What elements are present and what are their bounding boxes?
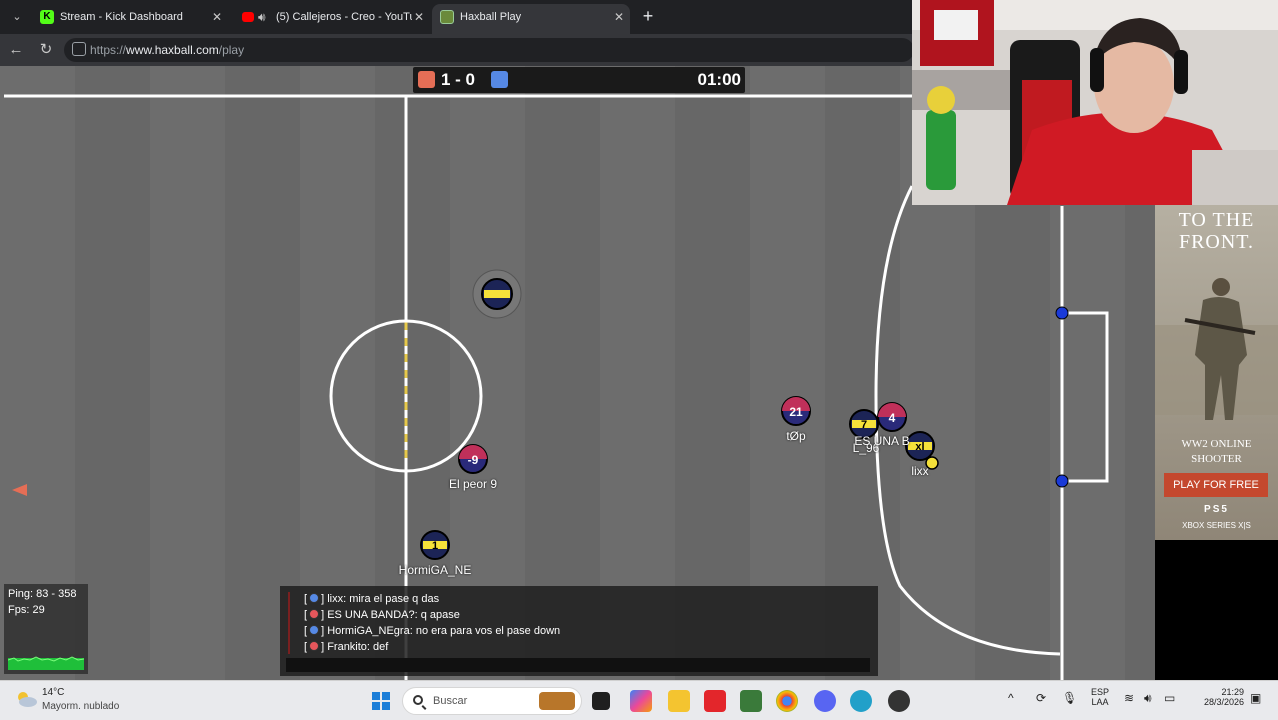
address-bar[interactable]: https://www.haxball.com/play — [64, 38, 914, 62]
blue-team-icon — [309, 593, 320, 603]
file-explorer-icon[interactable] — [668, 690, 690, 712]
app-icon[interactable] — [888, 690, 910, 712]
notifications-icon[interactable]: ▣ — [1250, 691, 1261, 705]
chat-panel: [] lixx: mira el pase q das [] ES UNA BA… — [280, 586, 878, 676]
chat-message: [] lixx: mira el pase q das — [304, 593, 440, 605]
webcam-feed — [912, 0, 1278, 205]
sync-icon[interactable]: ⟳ — [1036, 691, 1046, 705]
svg-text:-9: -9 — [468, 453, 479, 467]
taskbar-search[interactable]: Buscar — [402, 687, 582, 715]
ad-headline: TO THE FRONT. — [1178, 209, 1255, 253]
ps5-logo: PS5 — [1204, 504, 1229, 515]
svg-text:1: 1 — [432, 540, 438, 552]
microphone-icon[interactable]: 🎙︎ — [1062, 691, 1077, 705]
player-name-top: tØp — [786, 429, 806, 443]
close-icon[interactable]: ✕ — [614, 4, 624, 30]
battery-icon[interactable]: ▭ — [1164, 691, 1175, 705]
svg-text:7: 7 — [861, 419, 867, 431]
back-arrow-icon[interactable]: ← — [6, 40, 26, 60]
network-stats: Ping: 83 - 358 Fps: 29 — [4, 584, 88, 674]
tab-title: Stream - Kick Dashboard — [60, 11, 183, 23]
chat-message: [] Frankito: def — [304, 641, 389, 653]
scoreboard: 1 - 0 01:00 — [413, 67, 745, 93]
weather-description[interactable]: Mayorm. nublado — [42, 701, 119, 712]
haxball-favicon-icon — [440, 10, 454, 24]
chat-message: [] HormiGA_NEgra: no era para vos el pas… — [304, 625, 561, 637]
epic-app-icon[interactable] — [704, 690, 726, 712]
search-highlight-icon — [539, 692, 575, 710]
player-name-es-una-banda: ES UNA B — [854, 434, 910, 448]
task-view-icon[interactable] — [592, 692, 610, 710]
windows-start-icon[interactable] — [370, 690, 392, 712]
cloudy-weather-icon[interactable] — [14, 689, 38, 709]
fps-text: Fps: 29 — [8, 604, 45, 616]
chat-message: [] ES UNA BANDA?: q apase — [304, 609, 460, 621]
chat-scroll-indicator — [288, 592, 290, 654]
player-disc-lixx: xl — [905, 431, 935, 461]
blue-team-icon — [309, 625, 320, 635]
blue-team-icon — [491, 71, 508, 88]
red-team-icon — [418, 71, 435, 88]
search-placeholder: Buscar — [433, 695, 468, 707]
minecraft-icon[interactable] — [740, 690, 762, 712]
chat-input[interactable] — [286, 658, 870, 672]
tab-search-icon[interactable]: ⌄ — [6, 7, 28, 27]
site-info-icon[interactable] — [72, 42, 86, 56]
reload-icon[interactable]: ↻ — [36, 40, 56, 60]
score: 1 - 0 — [441, 70, 476, 89]
windows-taskbar: 14°C Mayorm. nublado Buscar ^ ⟳ 🎙︎ ESP LA… — [0, 680, 1278, 720]
player-disc-hormiga: 1 — [420, 530, 450, 560]
player-disc-el-peor-9: -9 — [458, 444, 488, 474]
volume-icon[interactable]: 🔊︎ — [1144, 691, 1152, 706]
language-indicator[interactable]: ESP LAA — [1088, 687, 1112, 707]
player-name-el-peor-9: El peor 9 — [448, 477, 498, 491]
svg-text:xl: xl — [915, 441, 924, 453]
speaker-icon[interactable]: 🔊︎ — [258, 4, 266, 30]
svg-text:21: 21 — [789, 405, 803, 419]
kick-favicon-icon: K — [40, 10, 54, 24]
goal-post-bottom — [1055, 474, 1069, 488]
player-disc-own — [472, 269, 522, 319]
chat-messages: [] lixx: mira el pase q das [] ES UNA BA… — [304, 591, 560, 655]
fps-graph — [8, 656, 84, 670]
chevron-up-icon[interactable]: ^ — [1008, 691, 1014, 705]
tab-haxball[interactable]: Haxball Play ✕ — [432, 4, 630, 34]
tab-title: (5) Callejeros - Creo - YouTube — [276, 11, 412, 23]
ad-subtitle: WW2 ONLINE SHOOTER — [1181, 438, 1252, 465]
edge-icon[interactable] — [850, 690, 872, 712]
wifi-icon[interactable]: ≋ — [1124, 691, 1134, 705]
tab-youtube[interactable]: 🔊︎ (5) Callejeros - Creo - YouTube ✕ — [234, 4, 430, 30]
copilot-icon[interactable] — [630, 690, 652, 712]
close-icon[interactable]: ✕ — [212, 4, 222, 30]
red-team-icon — [309, 641, 320, 651]
svg-text:4: 4 — [889, 411, 896, 425]
screen: ⌄ K Stream - Kick Dashboard ✕ 🔊︎ (5) Cal… — [0, 0, 1278, 720]
clock[interactable]: 21:29 28/3/2026 — [1196, 687, 1244, 707]
player-disc-top: 21 — [781, 396, 811, 426]
tab-title: Haxball Play — [460, 11, 522, 23]
new-tab-button[interactable]: + — [638, 6, 658, 26]
player-disc-es-una-banda: 4 — [877, 402, 907, 432]
ping-text: Ping: 83 - 358 — [8, 588, 77, 600]
close-icon[interactable]: ✕ — [414, 4, 424, 30]
play-for-free-button[interactable]: PLAY FOR FREE — [1164, 473, 1268, 497]
tab-kick-dashboard[interactable]: K Stream - Kick Dashboard ✕ — [32, 4, 228, 30]
red-team-icon — [309, 609, 320, 619]
streamer-photo — [912, 0, 1278, 205]
discord-icon[interactable] — [814, 690, 836, 712]
weather-temperature[interactable]: 14°C — [42, 687, 64, 698]
goal-post-top — [1055, 306, 1069, 320]
search-icon — [413, 695, 423, 705]
youtube-favicon-icon — [242, 12, 254, 22]
match-timer: 01:00 — [697, 70, 741, 89]
xbox-logo: XBOX SERIES X|S — [1182, 521, 1251, 530]
player-name-lixx: lixx — [911, 464, 929, 478]
player-name-hormiga: HormiGA_NE — [398, 563, 472, 577]
chrome-icon[interactable] — [776, 690, 798, 712]
advertisement[interactable]: TO THE FRONT. WW2 ONLINE SHOOTER PLAY FO… — [1155, 205, 1278, 680]
url-text: https://www.haxball.com/play — [90, 43, 245, 57]
